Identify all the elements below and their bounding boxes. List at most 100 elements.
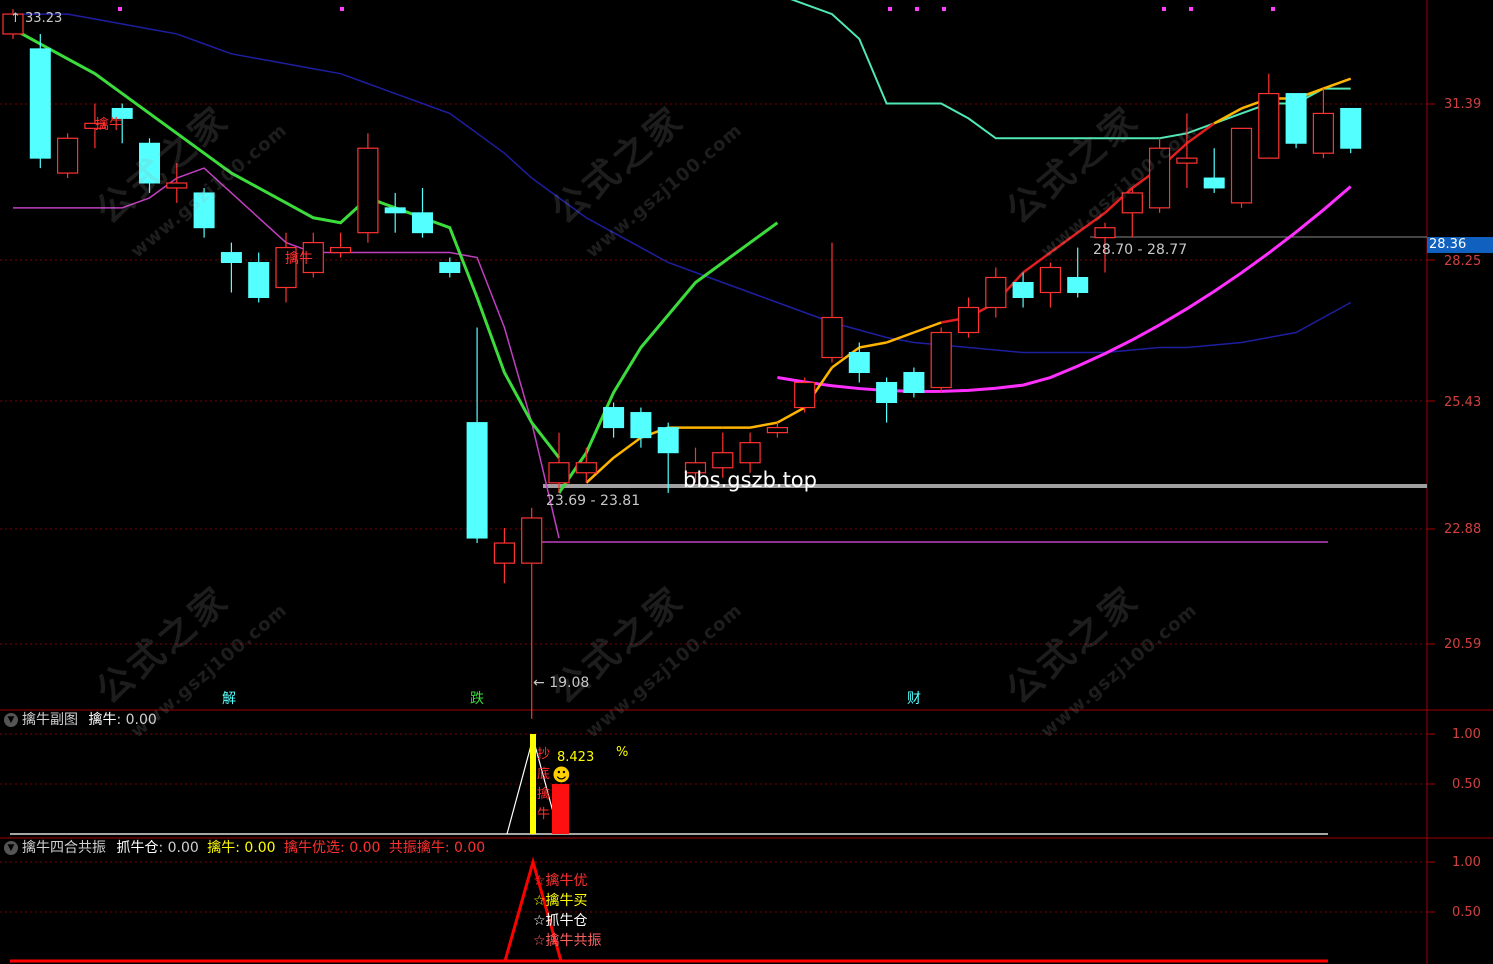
legend-item: ☆擒牛共振 — [533, 933, 602, 949]
legend-item: ☆擒牛买 — [533, 893, 588, 909]
min-price-label: ← 19.08 — [533, 675, 590, 691]
trend-line-segment — [859, 341, 887, 349]
percent-label: % — [616, 745, 629, 760]
candle-body-down — [412, 212, 433, 234]
candle-body-up — [1094, 227, 1116, 239]
vertical-text: 牛 — [537, 807, 551, 822]
candle-body-down — [193, 192, 215, 229]
sub2-item: 擒牛: 0.00 — [207, 840, 276, 856]
sub2-item: 擒牛优选: 0.00 — [284, 840, 381, 856]
trend-line-segment — [913, 321, 942, 334]
current-price-tag: 28.36 — [1427, 237, 1493, 253]
top-marker — [915, 7, 919, 11]
range-label: 28.70 - 28.77 — [1093, 242, 1188, 258]
trend-line-segment — [749, 421, 778, 429]
candle-body-up — [575, 462, 597, 474]
candle-body-down — [29, 48, 51, 159]
candle-body-down — [1012, 282, 1034, 298]
candle-body-down — [903, 372, 925, 393]
candle-body-up — [493, 542, 515, 564]
vertical-text: 抄 — [537, 747, 551, 762]
candle-body-up — [712, 452, 734, 469]
trend-line-segment — [1186, 122, 1215, 145]
candle-body-down — [466, 422, 488, 539]
top-marker — [1271, 7, 1275, 11]
candle-body-up — [1176, 157, 1198, 164]
candle-body-up — [166, 182, 188, 189]
y-tick-label: 25.43 — [1444, 395, 1482, 410]
candle-body-up — [330, 246, 352, 254]
sub1-bar-red — [552, 784, 569, 834]
trend-line-segment — [776, 406, 806, 424]
y-tick-label: 22.88 — [1444, 522, 1482, 537]
site-text: bbs.gszb.top — [683, 468, 817, 492]
candle-body-up — [357, 147, 379, 234]
candle-body-up — [985, 276, 1007, 309]
top-marker — [942, 7, 946, 11]
marker-label: 解 — [222, 691, 236, 707]
sub2-title-bar[interactable]: ▼ 擒牛四合共振 抓牛仓: 0.00 擒牛: 0.00 擒牛优选: 0.00 共振… — [4, 839, 485, 857]
candle-body-up — [1121, 192, 1143, 214]
candle-body-up — [1148, 147, 1171, 209]
candle-body-down — [603, 407, 625, 429]
range-label: 23.69 - 23.81 — [546, 493, 641, 509]
candle-body-up — [1230, 127, 1253, 204]
sub2-title: 擒牛四合共振 — [22, 840, 106, 856]
candle-body-down — [848, 352, 870, 373]
vertical-text: 擒 — [537, 787, 551, 802]
candle-body-down — [876, 382, 898, 404]
collapse-icon[interactable]: ▼ — [4, 841, 18, 855]
smiley-icon: ☻ — [552, 765, 571, 786]
sub1-title-bar[interactable]: ▼ 擒牛副图 擒牛: 0.00 — [4, 711, 157, 729]
candle-body-up — [1039, 266, 1062, 294]
vertical-text: 底 — [537, 767, 551, 782]
candle-body-down — [139, 142, 160, 184]
y-tick-label: 20.59 — [1444, 637, 1482, 652]
collapse-icon[interactable]: ▼ — [4, 713, 18, 727]
candle-body-down — [248, 262, 270, 298]
marker-label: 财 — [907, 691, 921, 707]
y-tick-label: 28.25 — [1444, 254, 1482, 269]
legend-item: ☆擒牛优 — [533, 873, 588, 889]
y-tick-label: 0.50 — [1452, 905, 1481, 920]
sub1-item-label: 擒牛 — [88, 712, 117, 728]
candle-body-down — [384, 207, 406, 214]
candle-body-down — [657, 427, 679, 454]
candle-body-up — [56, 137, 79, 174]
candle-body-up — [957, 306, 980, 334]
candle-body-down — [1203, 177, 1225, 189]
candle-body-up — [521, 517, 543, 564]
signal-label: 擒牛 — [285, 251, 313, 267]
candle-body-down — [439, 262, 461, 273]
trend-line-segment — [1049, 231, 1079, 254]
candle-body-up — [821, 316, 843, 359]
top-marker — [118, 7, 122, 11]
trend-line-segment — [1322, 77, 1352, 90]
candle-body-up — [1258, 92, 1280, 159]
marker-label: 跌 — [470, 691, 484, 707]
candle-body-down — [1340, 107, 1362, 149]
y-tick-label: 1.00 — [1452, 855, 1481, 870]
top-marker — [340, 7, 344, 11]
candle-body-down — [220, 252, 242, 264]
candle-body-down — [630, 412, 652, 439]
top-marker — [1162, 7, 1166, 11]
sub2-item: 共振擒牛: 0.00 — [388, 840, 486, 856]
sub2-item: 抓牛仓: 0.00 — [116, 840, 199, 856]
y-tick-label: 0.50 — [1452, 777, 1481, 792]
top-marker — [888, 7, 892, 11]
candle-body-up — [794, 381, 816, 409]
candle-body-down — [1285, 93, 1307, 144]
sub1-item-value: : 0.00 — [116, 712, 157, 728]
candle-body-up — [548, 462, 570, 484]
candle-body-up — [766, 427, 789, 434]
max-price-label: ↑ 33.23 — [10, 11, 63, 26]
candle-body-up — [1312, 112, 1335, 154]
candle-body-up — [739, 442, 761, 464]
sub1-title: 擒牛副图 — [22, 712, 78, 728]
y-tick-label: 31.39 — [1444, 97, 1482, 112]
sub1-bar-yellow — [530, 734, 536, 834]
legend-item: ☆抓牛仓 — [533, 913, 588, 929]
top-marker — [1189, 7, 1193, 11]
candle-body-down — [1067, 277, 1089, 293]
